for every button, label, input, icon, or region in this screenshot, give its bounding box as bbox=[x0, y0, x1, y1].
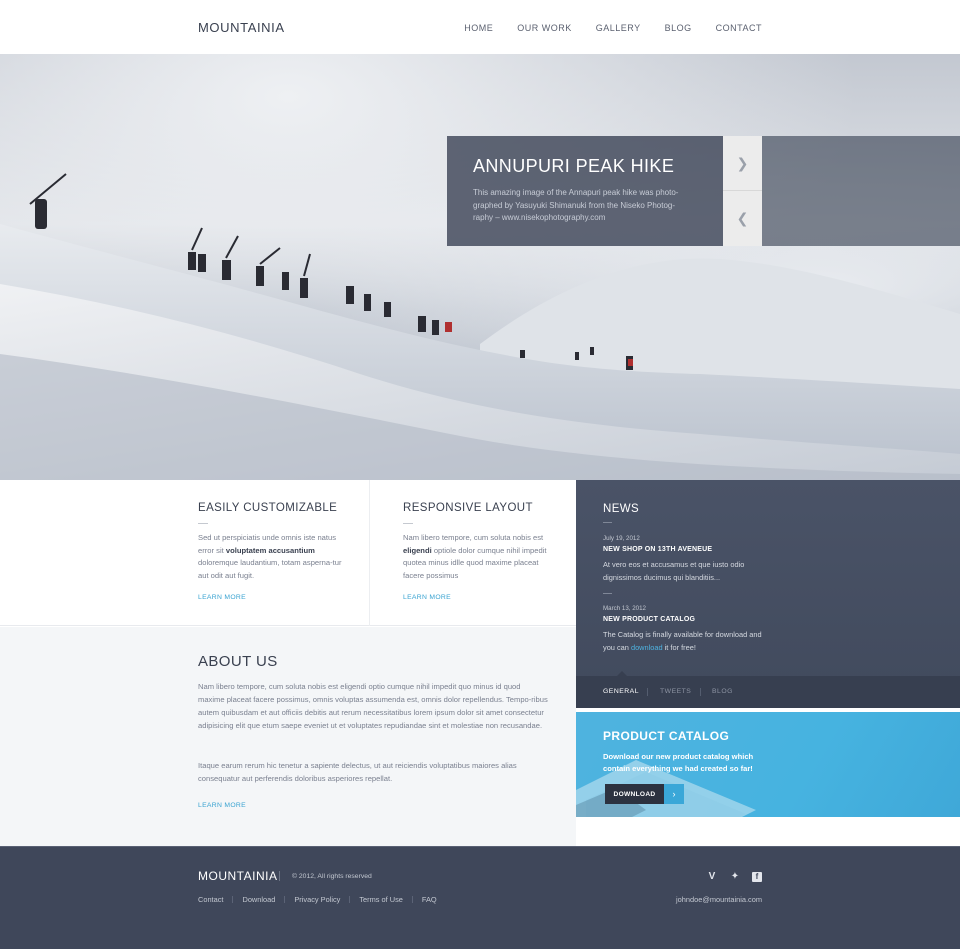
news-date: March 13, 2012 bbox=[603, 605, 646, 612]
news-date: July 19, 2012 bbox=[603, 535, 640, 542]
title-divider bbox=[603, 522, 612, 523]
news-body: The Catalog is finally available for dow… bbox=[603, 630, 762, 652]
download-arrow-button[interactable]: › bbox=[664, 784, 684, 804]
feature-customizable: EASILY CUSTOMIZABLE Sed ut perspiciatis … bbox=[198, 502, 348, 601]
download-button[interactable]: DOWNLOAD bbox=[605, 784, 664, 804]
hero-caption: ANNUPURI PEAK HIKE This amazing image of… bbox=[447, 136, 723, 246]
footer-separator bbox=[279, 871, 280, 881]
tab-blog[interactable]: BLOG bbox=[712, 688, 733, 695]
news-headline[interactable]: NEW PRODUCT CATALOG bbox=[603, 616, 695, 623]
footer-link-terms[interactable]: Terms of Use bbox=[359, 895, 403, 904]
feature-text: Sed ut perspiciatis unde omnis iste natu… bbox=[198, 533, 342, 580]
footer-links: Contact Download Privacy Policy Terms of… bbox=[198, 895, 437, 904]
facebook-icon[interactable]: f bbox=[752, 871, 762, 882]
site-logo[interactable]: MOUNTAINIA bbox=[198, 20, 285, 35]
contact-email[interactable]: johndoe@mountainia.com bbox=[676, 895, 762, 904]
about-title: ABOUT US bbox=[198, 653, 278, 670]
nav-our-work[interactable]: OUR WORK bbox=[517, 23, 572, 33]
nav-home[interactable]: HOME bbox=[464, 23, 493, 33]
news-divider bbox=[603, 593, 612, 594]
title-divider bbox=[403, 523, 413, 524]
nav-contact[interactable]: CONTACT bbox=[716, 23, 762, 33]
about-paragraph-1: Nam libero tempore, cum soluta nobis est… bbox=[198, 682, 548, 730]
hero-mountain-image bbox=[0, 173, 960, 480]
news-body: At vero eos et accusamus et que iusto od… bbox=[603, 560, 745, 582]
footer-link-privacy[interactable]: Privacy Policy bbox=[294, 895, 340, 904]
chevron-left-icon: ❮ bbox=[736, 210, 749, 226]
twitter-icon[interactable]: ✦ bbox=[729, 871, 741, 882]
feature-responsive: RESPONSIVE LAYOUT Nam libero tempore, cu… bbox=[403, 502, 553, 601]
product-catalog-promo: PRODUCT CATALOG Download our new product… bbox=[576, 712, 960, 817]
footer-link-download[interactable]: Download bbox=[242, 895, 275, 904]
copyright-text: © 2012, All rights reserved bbox=[292, 873, 372, 880]
site-header: MOUNTAINIA HOME OUR WORK GALLERY BLOG CO… bbox=[0, 0, 960, 54]
feature-title: RESPONSIVE LAYOUT bbox=[403, 502, 533, 514]
link-separator bbox=[232, 896, 234, 903]
active-tab-pointer bbox=[617, 671, 627, 676]
tab-separator bbox=[700, 688, 701, 696]
tab-separator bbox=[647, 688, 648, 696]
chevron-right-icon: ❯ bbox=[736, 154, 749, 171]
download-link[interactable]: download bbox=[631, 643, 663, 652]
tab-tweets[interactable]: TWEETS bbox=[660, 688, 691, 695]
footer-link-faq[interactable]: FAQ bbox=[422, 895, 437, 904]
social-links: V ✦ f bbox=[706, 871, 762, 882]
catalog-title: PRODUCT CATALOG bbox=[603, 729, 730, 743]
footer-link-contact[interactable]: Contact bbox=[198, 895, 223, 904]
slider-prev-button[interactable]: ❮ bbox=[723, 191, 762, 246]
about-section: ABOUT US Nam libero tempore, cum soluta … bbox=[0, 627, 576, 846]
feature-text: Nam libero tempore, cum soluta nobis est… bbox=[403, 533, 547, 580]
news-headline[interactable]: NEW SHOP ON 13TH AVENEUE bbox=[603, 546, 712, 553]
nav-gallery[interactable]: GALLERY bbox=[596, 23, 641, 33]
hero-title: ANNUPURI PEAK HIKE bbox=[473, 156, 675, 176]
catalog-text: Download our new product catalog which c… bbox=[603, 752, 754, 773]
feature-divider bbox=[369, 480, 370, 626]
link-separator bbox=[284, 896, 286, 903]
slider-next-button[interactable]: ❯ bbox=[723, 136, 762, 191]
about-paragraph-2: Itaque earum rerum hic tenetur a sapient… bbox=[198, 761, 517, 783]
hero-slider: ANNUPURI PEAK HIKE This amazing image of… bbox=[0, 54, 960, 480]
nav-blog[interactable]: BLOG bbox=[665, 23, 692, 33]
features-section: EASILY CUSTOMIZABLE Sed ut perspiciatis … bbox=[0, 480, 576, 626]
about-learn-more-link[interactable]: LEARN MORE bbox=[198, 802, 246, 809]
news-title: NEWS bbox=[603, 503, 640, 515]
hero-caption-extension bbox=[762, 136, 960, 246]
tab-general[interactable]: GENERAL bbox=[603, 688, 639, 695]
link-separator bbox=[411, 896, 413, 903]
news-panel: NEWS July 19, 2012 NEW SHOP ON 13TH AVEN… bbox=[576, 480, 960, 708]
news-tabs: GENERAL TWEETS BLOG bbox=[576, 671, 960, 708]
footer-logo[interactable]: MOUNTAINIA bbox=[198, 869, 277, 883]
vimeo-icon[interactable]: V bbox=[706, 871, 718, 882]
site-footer: MOUNTAINIA © 2012, All rights reserved C… bbox=[0, 846, 960, 949]
main-nav: HOME OUR WORK GALLERY BLOG CONTACT bbox=[440, 23, 762, 33]
chevron-right-icon: › bbox=[672, 789, 676, 799]
hero-caption-text: This amazing image of the Annapuri peak … bbox=[473, 188, 679, 222]
link-separator bbox=[349, 896, 351, 903]
feature-title: EASILY CUSTOMIZABLE bbox=[198, 502, 338, 514]
learn-more-link[interactable]: LEARN MORE bbox=[403, 594, 553, 601]
learn-more-link[interactable]: LEARN MORE bbox=[198, 594, 348, 601]
title-divider bbox=[198, 523, 208, 524]
